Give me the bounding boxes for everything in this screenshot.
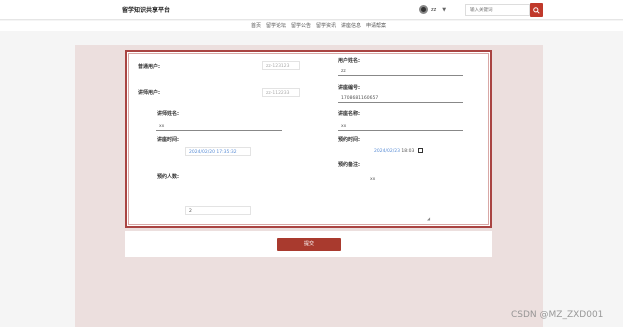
nav-item-applications[interactable]: 申请帮案 [366,21,386,31]
user-name-field[interactable]: zz [338,67,463,76]
lecturer-name-field[interactable]: xx [156,122,282,131]
booking-note-textarea[interactable]: xx [367,175,397,184]
avatar[interactable] [419,5,428,14]
lecture-time-field[interactable]: 2024/02/20 17:35:32 [185,147,251,156]
site-logo[interactable]: 留学知识共享平台 [122,5,170,14]
lecture-name-label: 讲座名称: [338,111,360,117]
lecturer-name-label: 讲师姓名: [157,111,179,117]
search-input[interactable] [465,4,530,16]
lecture-no-label: 讲座编号: [338,85,360,91]
booking-time-label: 预约时间: [338,137,360,143]
booking-clock-value: 18:03 [401,149,415,154]
booking-form: 普通用户: zz-123123 用户姓名: zz 讲师用户: zz-112233… [125,50,492,228]
lecture-no-field[interactable]: 1708681160657 [338,94,463,103]
nav-item-lectures[interactable]: 讲座信息 [341,21,361,31]
booking-time-field[interactable]: 2024/02/23 18:03 [371,147,435,156]
resize-handle-icon[interactable]: ◢ [427,216,430,221]
submit-area: 提交 [125,231,492,257]
booking-date-value: 2024/02/23 [374,149,400,154]
normal-user-field[interactable]: zz-123123 [262,61,300,70]
nav-item-home[interactable]: 首页 [251,21,261,31]
booking-note-label: 预约备注: [338,162,360,168]
user-name-label: 用户姓名: [338,58,360,64]
search-button[interactable] [530,3,543,17]
nav-item-forum[interactable]: 留学论坛 [266,21,286,31]
normal-user-label: 普通用户: [138,64,160,70]
lecture-time-label: 讲座时间: [157,137,179,143]
lecture-name-field[interactable]: xx [338,122,463,131]
watermark: CSDN @MZ_ZXD001 [511,310,604,320]
lecturer-user-field[interactable]: zz-112233 [262,88,300,97]
top-bar: 留学知识共享平台 zz ▼ [0,0,623,20]
user-name[interactable]: zz [431,7,436,13]
nav-item-announcements[interactable]: 留学公告 [291,21,311,31]
submit-button[interactable]: 提交 [277,238,341,251]
user-menu[interactable]: zz ▼ [419,5,446,14]
booking-count-field[interactable]: 2 [185,206,251,215]
search-icon [533,6,540,14]
booking-count-label: 预约人数: [157,174,179,180]
chevron-down-icon[interactable]: ▼ [442,7,446,13]
calendar-icon[interactable] [417,148,423,153]
nav-item-news[interactable]: 留学资讯 [316,21,336,31]
main-nav: 首页 留学论坛 留学公告 留学资讯 讲座信息 申请帮案 [0,21,623,31]
lecturer-user-label: 讲师用户: [138,90,160,96]
